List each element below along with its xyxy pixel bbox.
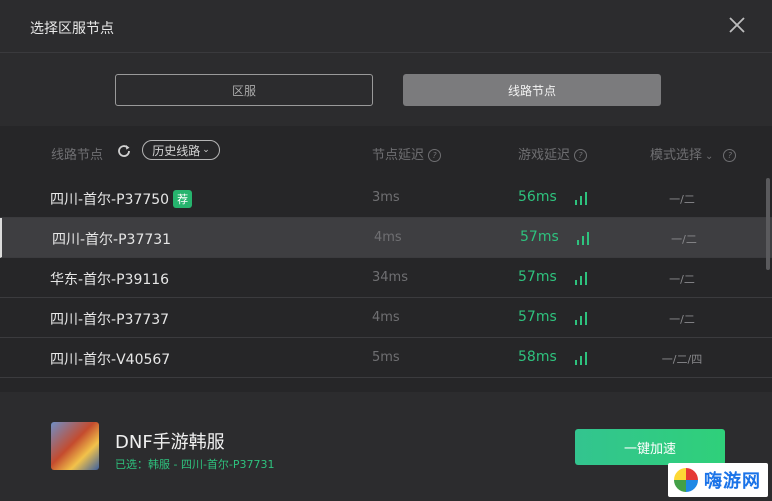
help-icon[interactable]: ?: [723, 149, 737, 162]
route-row[interactable]: 四川-首尔-P37731 4ms 57ms 一/二: [0, 218, 772, 258]
route-list: 线路节点 历史线路 ⌄ 节点延迟? 游戏延迟? 模式选择 ⌄? 四川-首尔-P377…: [0, 126, 772, 392]
route-name-cell: 四川-首尔-P37750 荐: [50, 189, 193, 209]
column-game-latency-label: 游戏延迟: [518, 148, 571, 163]
route-row[interactable]: 四川-首尔-V40567 5ms 58ms 一/二/四: [0, 338, 772, 378]
mode-value: 一/二: [671, 233, 697, 246]
column-mode-label: 模式选择: [650, 148, 703, 163]
mode-value: 一/二/四: [661, 353, 703, 366]
column-route: 线路节点: [51, 148, 104, 163]
route-name: 四川-首尔-V40567: [50, 352, 171, 368]
column-game-latency: 游戏延迟?: [518, 144, 588, 163]
route-row[interactable]: 华东-首尔-P39116 34ms 57ms 一/二: [0, 258, 772, 298]
node-latency: 3ms: [372, 190, 400, 205]
history-route-dropdown[interactable]: 历史线路 ⌄: [142, 140, 220, 160]
selected-route-text: 已选：韩服 - 四川-首尔-P37731: [115, 458, 275, 471]
column-node-latency-label: 节点延迟: [372, 148, 425, 163]
signal-icon: [574, 270, 588, 289]
help-icon[interactable]: ?: [428, 149, 442, 162]
mode-value: 一/二: [669, 273, 695, 286]
mode-value: 一/二: [669, 193, 695, 206]
node-latency: 4ms: [374, 230, 402, 245]
route-name: 华东-首尔-P39116: [50, 272, 170, 288]
tab-route-node[interactable]: 线路节点: [403, 74, 661, 106]
node-latency: 4ms: [372, 310, 400, 325]
chevron-down-icon: ⌄: [202, 145, 210, 155]
chevron-down-icon: ⌄: [705, 151, 714, 162]
game-latency: 57ms: [520, 229, 559, 245]
game-latency: 58ms: [518, 349, 557, 365]
scrollbar-thumb[interactable]: [766, 178, 770, 270]
node-latency: 34ms: [372, 270, 408, 285]
watermark-logo-icon: [674, 468, 698, 492]
signal-icon: [574, 310, 588, 329]
mode-value: 一/二: [669, 313, 695, 326]
history-route-label: 历史线路: [152, 143, 201, 158]
column-node-latency: 节点延迟?: [372, 144, 442, 163]
dialog-title: 选择区服节点: [30, 21, 114, 37]
watermark-text: 嗨游网: [704, 471, 761, 492]
tab-server-region[interactable]: 区服: [115, 74, 373, 106]
help-icon[interactable]: ?: [574, 149, 588, 162]
close-icon[interactable]: [726, 14, 748, 36]
signal-icon: [574, 190, 588, 209]
game-latency: 57ms: [518, 269, 557, 285]
route-name: 四川-首尔-P37731: [52, 232, 172, 248]
node-latency: 5ms: [372, 350, 400, 365]
tab-bar: 区服 线路节点: [0, 74, 772, 106]
signal-icon: [576, 230, 590, 249]
game-name: DNF手游韩服: [115, 432, 225, 453]
column-mode[interactable]: 模式选择 ⌄?: [650, 144, 737, 163]
game-latency: 57ms: [518, 309, 557, 325]
route-row[interactable]: 四川-首尔-P37737 4ms 57ms 一/二: [0, 298, 772, 338]
signal-icon: [574, 350, 588, 369]
watermark: 嗨游网: [668, 463, 768, 497]
select-server-dialog: 选择区服节点 区服 线路节点 线路节点 历史线路 ⌄ 节点延迟? 游戏延迟? 模式…: [0, 0, 772, 501]
one-click-accelerate-button[interactable]: 一键加速: [575, 429, 725, 465]
recommended-badge: 荐: [173, 190, 193, 208]
route-name: 四川-首尔-P37737: [50, 312, 170, 328]
route-row[interactable]: 四川-首尔-P37750 荐 3ms 56ms 一/二: [0, 178, 772, 218]
column-header: 线路节点 历史线路 ⌄ 节点延迟? 游戏延迟? 模式选择 ⌄?: [0, 126, 772, 178]
route-name: 四川-首尔-P37750: [50, 192, 170, 208]
game-latency: 56ms: [518, 189, 557, 205]
dialog-header: 选择区服节点: [0, 0, 772, 53]
game-cover-image: [51, 422, 99, 470]
refresh-icon[interactable]: [116, 143, 132, 159]
footer: DNF手游韩服 已选：韩服 - 四川-首尔-P37731 一键加速: [0, 392, 772, 501]
